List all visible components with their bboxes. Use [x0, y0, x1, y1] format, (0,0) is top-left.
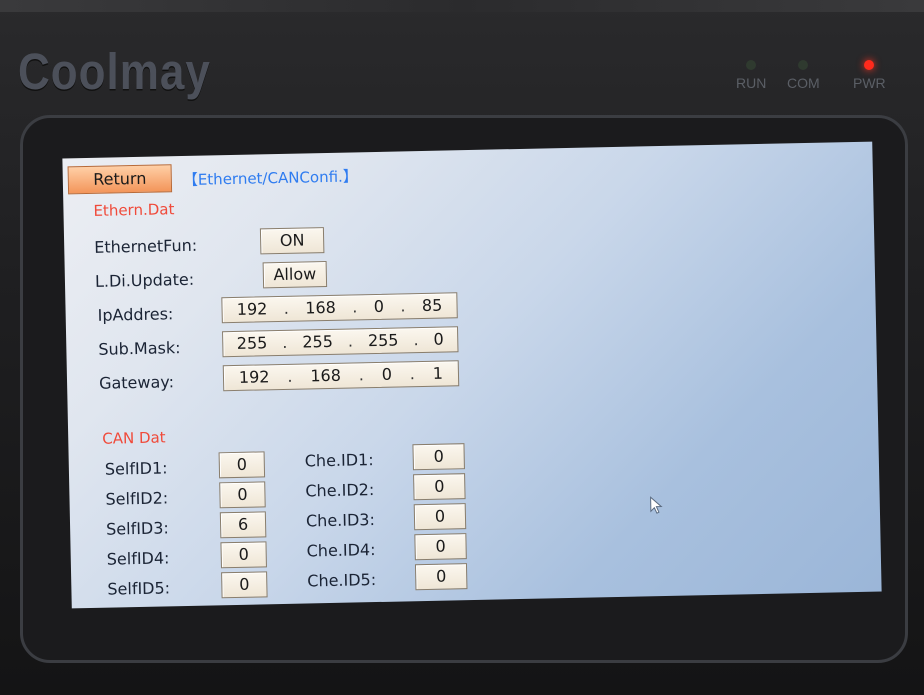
ldi-update-toggle[interactable]: Allow [262, 261, 328, 289]
che-id-4-field[interactable]: 0 [414, 533, 467, 561]
gateway-field[interactable]: 192 . 168 . 0 . 1 [222, 360, 460, 392]
ip-octet-1[interactable]: 192 [237, 297, 268, 322]
com-led-icon [798, 60, 809, 70]
self-id-3-label: SelfID3: [105, 518, 170, 539]
subnet-mask-label: Sub.Mask: [98, 338, 181, 359]
return-button[interactable]: Return [67, 164, 173, 195]
led-com-label: COM [787, 75, 820, 91]
led-com: COM [787, 60, 820, 91]
self-id-1-label: SelfID1: [104, 458, 168, 479]
self-id-5-field[interactable]: 0 [221, 571, 268, 599]
page-title: 【Ethernet/CANConfi.】 [182, 167, 359, 190]
che-id-1-field[interactable]: 0 [412, 443, 465, 471]
mask-octet-2[interactable]: 255 [302, 330, 333, 355]
ip-separator: . [400, 296, 406, 316]
led-run-label: RUN [736, 75, 767, 91]
gateway-separator: . [358, 365, 365, 385]
gateway-separator: . [287, 366, 293, 386]
self-id-2-field[interactable]: 0 [219, 481, 266, 509]
che-id-5-field[interactable]: 0 [414, 563, 468, 591]
led-run: RUN [736, 60, 766, 91]
mask-separator: . [347, 331, 354, 351]
led-pwr-label: PWR [853, 75, 886, 91]
self-id-5-label: SelfID5: [107, 578, 171, 599]
ethernet-fun-toggle[interactable]: ON [259, 227, 325, 255]
run-led-icon [746, 60, 757, 70]
che-id-2-field[interactable]: 0 [413, 473, 466, 501]
self-id-1-field[interactable]: 0 [218, 451, 266, 479]
che-id-3-label: Che.ID3: [305, 510, 376, 531]
che-id-3-field[interactable]: 0 [413, 503, 467, 531]
led-pwr: PWR [853, 60, 886, 91]
ip-octet-2[interactable]: 168 [305, 296, 336, 321]
ip-separator: . [352, 297, 358, 317]
ip-address-label: IpAddres: [97, 304, 174, 325]
self-id-3-field[interactable]: 6 [219, 511, 267, 539]
che-id-4-label: Che.ID4: [306, 540, 376, 561]
che-id-5-label: Che.ID5: [307, 570, 377, 591]
gateway-octet-1[interactable]: 192 [239, 365, 270, 390]
brand-logo: Coolmay [18, 44, 211, 101]
self-id-2-label: SelfID2: [105, 488, 169, 509]
che-id-1-label: Che.ID1: [304, 450, 374, 471]
che-id-2-label: Che.ID2: [305, 480, 375, 501]
can-section-label: CAN Dat [102, 428, 166, 448]
self-id-4-label: SelfID4: [106, 548, 170, 569]
self-id-4-field[interactable]: 0 [220, 541, 267, 569]
pwr-led-icon [864, 60, 875, 70]
ip-separator: . [283, 298, 290, 318]
gateway-octet-3[interactable]: 0 [382, 363, 393, 387]
ethernet-fun-label: EthernetFun: [94, 235, 198, 257]
ip-address-field[interactable]: 192 . 168 . 0 . 85 [221, 292, 458, 324]
hmi-screen: Return 【Ethernet/CANConfi.】 Ethern.Dat E… [62, 141, 882, 609]
gateway-octet-2[interactable]: 168 [310, 364, 341, 389]
mouse-pointer-icon [650, 496, 663, 514]
mask-separator: . [413, 330, 419, 350]
mask-octet-4[interactable]: 0 [433, 328, 444, 352]
ip-octet-4[interactable]: 85 [422, 294, 443, 318]
ethernet-section-label: Ethern.Dat [93, 200, 175, 220]
mask-octet-3[interactable]: 255 [368, 329, 399, 354]
subnet-mask-field[interactable]: 255 . 255 . 255 . 0 [222, 326, 459, 358]
gateway-label: Gateway: [98, 372, 175, 393]
gateway-separator: . [409, 364, 416, 384]
ip-octet-3[interactable]: 0 [374, 295, 385, 319]
device-top-edge [0, 0, 924, 12]
mask-separator: . [282, 332, 288, 352]
gateway-octet-4[interactable]: 1 [433, 362, 444, 386]
ldi-update-label: L.Di.Update: [94, 269, 195, 291]
mask-octet-1[interactable]: 255 [237, 331, 268, 356]
